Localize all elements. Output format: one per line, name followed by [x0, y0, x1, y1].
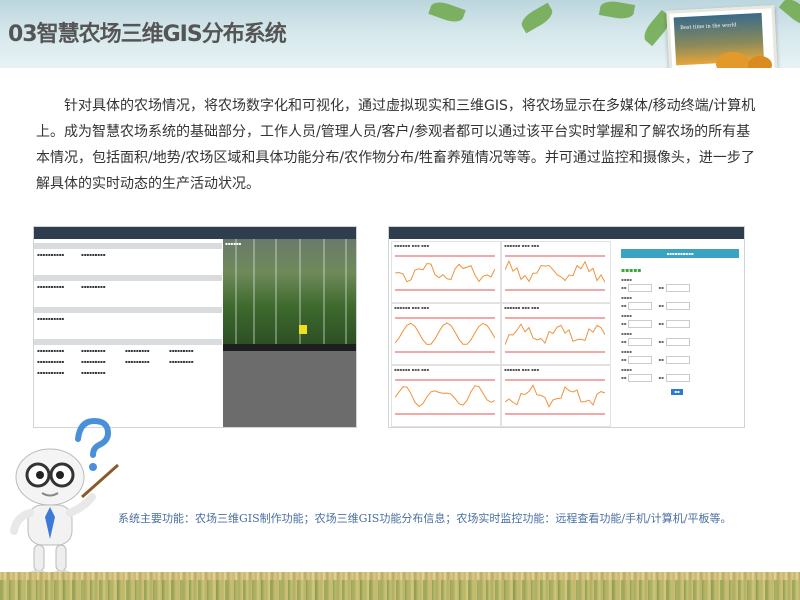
book-caption: Best time in the world — [680, 22, 737, 32]
sensor-chart-panel[interactable]: ▪▪▪▪▪▪ ▪▪▪ ▪▪▪ — [391, 303, 501, 365]
leaf-decoration — [428, 0, 466, 26]
camera-list-panel: ▪▪▪▪▪▪▪▪▪▪ ▪▪▪▪▪▪▪▪▪ ▪▪▪▪▪▪▪▪▪▪ ▪▪▪▪▪▪▪▪▪ … — [34, 239, 222, 413]
video-empty-area — [223, 351, 356, 427]
question-mark-icon — [75, 417, 112, 471]
pumpkin-decoration — [748, 56, 772, 68]
sensor-chart-panel[interactable]: ▪▪▪▪▪▪ ▪▪▪ ▪▪▪ — [391, 241, 501, 303]
save-button[interactable]: ▪▪ — [671, 389, 683, 395]
yellow-trap-card — [299, 325, 307, 334]
description-text: 针对具体的农场情况，将农场数字化和可视化，通过虚拟现实和三维GIS，将农场显示在… — [36, 98, 756, 192]
sensor-chart-panel[interactable]: ▪▪▪▪▪▪ ▪▪▪ ▪▪▪ — [501, 241, 611, 303]
header-banner: 03智慧农场三维GIS分布系统 Best time in the world — [0, 0, 800, 68]
monitoring-screenshot: ▪▪▪▪▪▪▪▪ ▾▪▪▪▪ ▾▪▪▪▪ ▾▪▪▪▪ ▾▪▪ ▪▪▪▪▪▪▪▪▪… — [33, 226, 357, 428]
mascot-illustration — [10, 417, 119, 580]
sensor-chart-panel[interactable]: ▪▪▪▪▪▪ ▪▪▪ ▪▪▪ — [501, 303, 611, 365]
pointer-stick-icon — [81, 463, 119, 499]
screenshot-nav: ▪▪▪▪▪▪▪▪ ▾▪▪▪▪ ▾▪▪▪▪ ▾▪▪▪▪ ▾▪▪ — [389, 227, 744, 243]
sensor-charts-screenshot: ▪▪▪▪▪▪▪▪ ▾▪▪▪▪ ▾▪▪▪▪ ▾▪▪▪▪ ▾▪▪ ▪▪▪▪▪▪ ▪▪… — [388, 226, 745, 428]
page-title: 03智慧农场三维GIS分布系统 — [8, 22, 287, 47]
threshold-settings-panel: ▪▪▪▪▪▪▪▪▪▪ ▪▪▪▪▪ ▪▪▪▪ ▪▪ ▪▪ ▪▪▪▪ ▪▪ ▪▪ ▪▪▪… — [611, 239, 744, 427]
leaf-decoration — [598, 0, 636, 21]
features-caption: 系统主要功能：农场三维GIS制作功能；农场三维GIS功能分布信息；农场实时监控功… — [118, 512, 732, 525]
leaf-decoration — [778, 0, 800, 30]
video-controls[interactable] — [223, 344, 356, 351]
sensor-chart-panel[interactable]: ▪▪▪▪▪▪ ▪▪▪ ▪▪▪ — [391, 365, 501, 427]
sensor-chart-panel[interactable]: ▪▪▪▪▪▪ ▪▪▪ ▪▪▪ — [501, 365, 611, 427]
settings-heading: ▪▪▪▪▪ — [621, 267, 642, 274]
grass-footer-overlay — [0, 580, 800, 600]
camera-video-feed[interactable]: ▪▪▪▪▪▪ — [223, 239, 356, 351]
screenshot-nav: ▪▪▪▪▪▪▪▪ ▾▪▪▪▪ ▾▪▪▪▪ ▾▪▪▪▪ ▾▪▪ — [34, 227, 356, 243]
description-paragraph: 针对具体的农场情况，将农场数字化和可视化，通过虚拟现实和三维GIS，将农场显示在… — [36, 93, 758, 197]
leaf-decoration — [518, 2, 556, 34]
settings-button[interactable]: ▪▪▪▪▪▪▪▪▪▪ — [621, 249, 739, 258]
